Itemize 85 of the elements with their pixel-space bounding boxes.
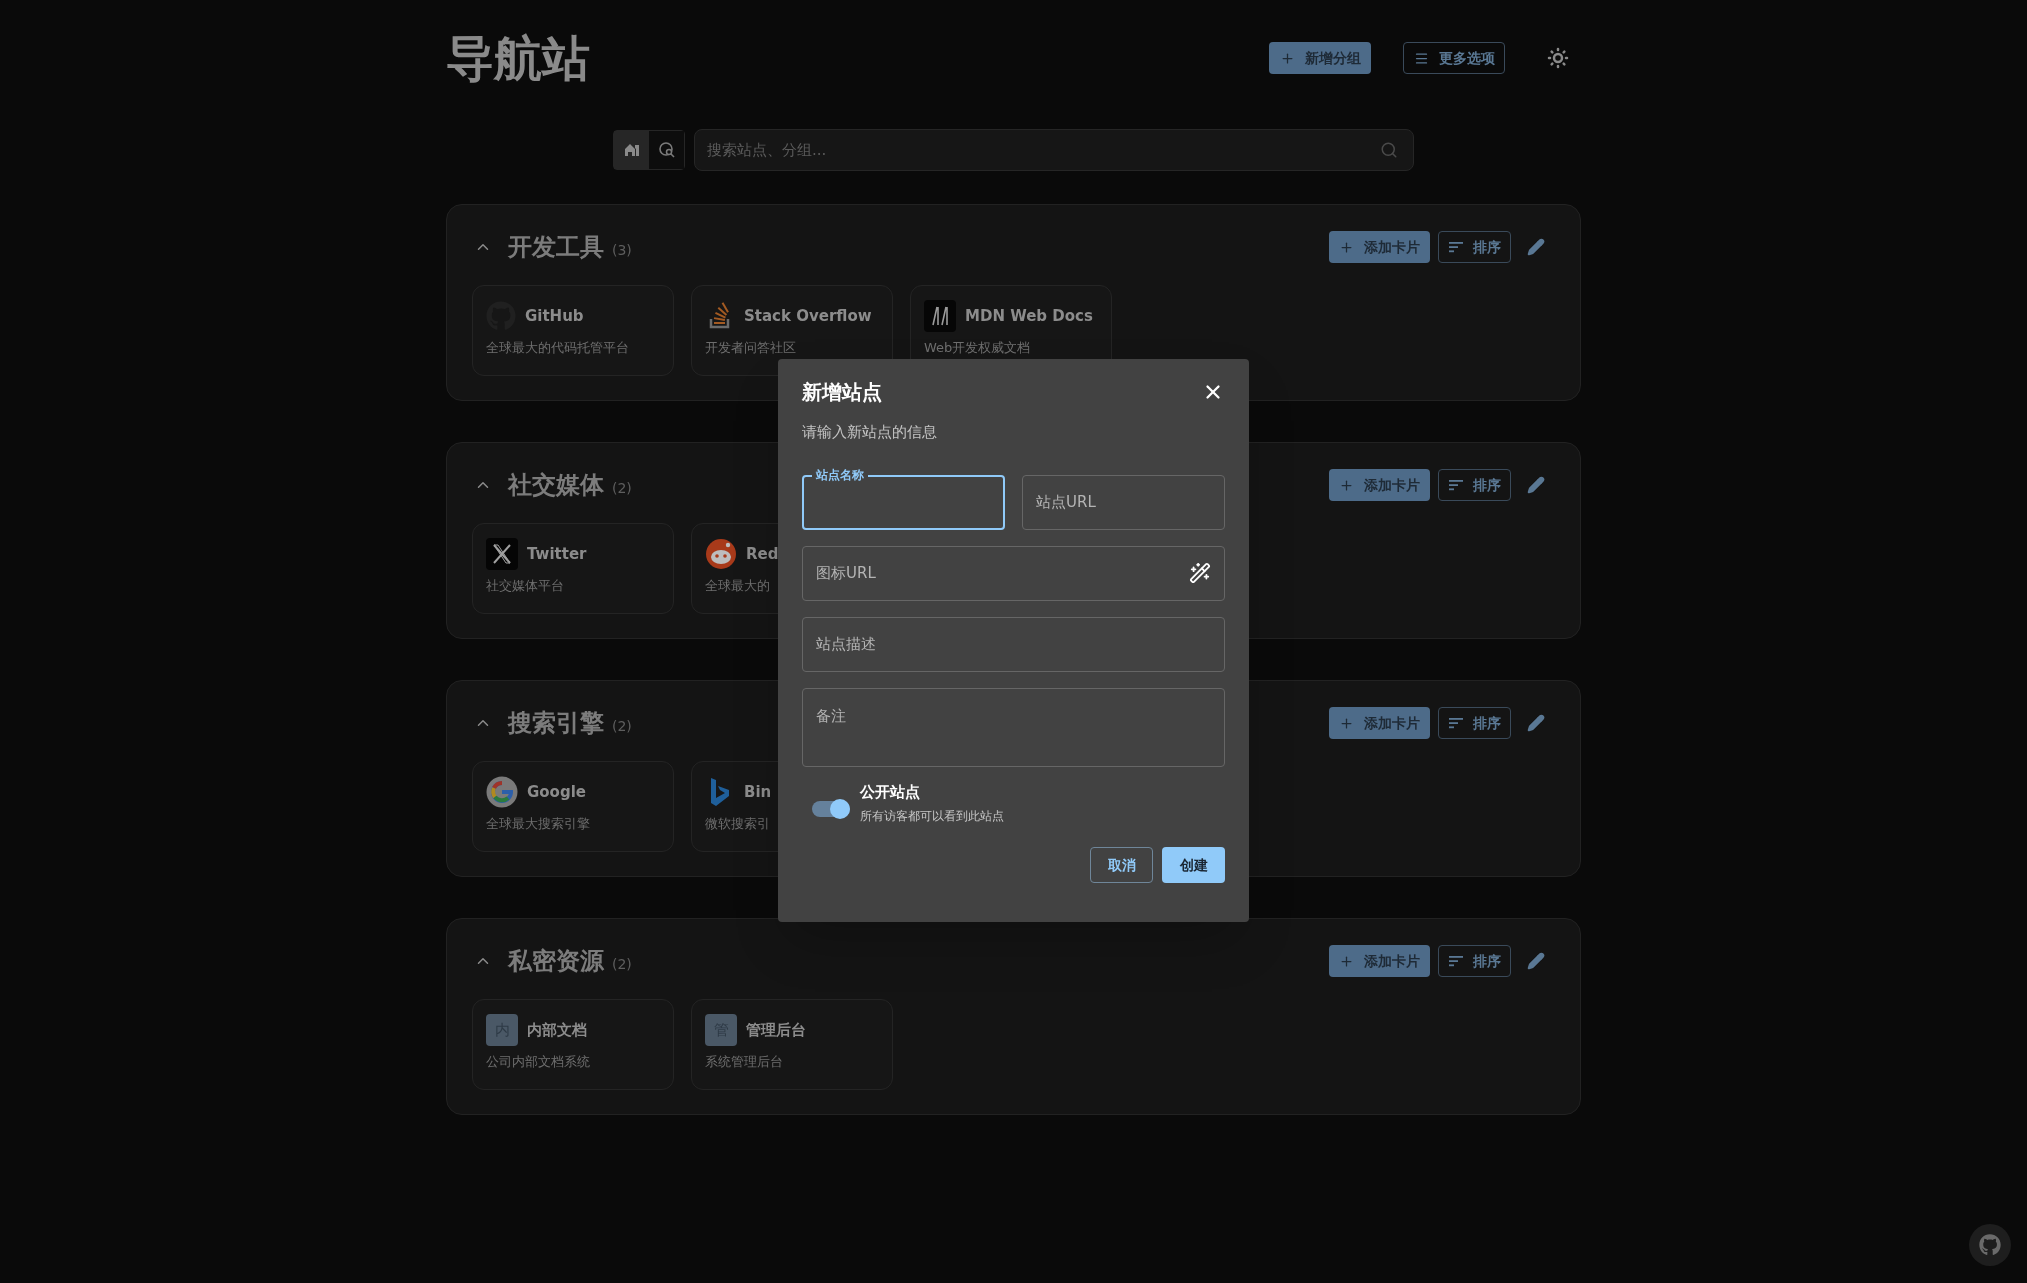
toggle-switch[interactable]: [812, 800, 850, 817]
plus-icon: [1279, 50, 1295, 66]
slashes-logo-icon: [924, 300, 956, 332]
group-title: 私密资源: [508, 946, 604, 977]
sort-icon: [1448, 241, 1463, 253]
site-name: Stack Overflow: [744, 305, 872, 327]
site-name: Bin: [744, 781, 772, 803]
create-button[interactable]: 创建: [1162, 847, 1225, 883]
home-icon: [623, 143, 640, 157]
toggle-label: 公开站点: [860, 781, 921, 803]
site-name: Google: [527, 781, 586, 803]
pencil-icon: [1527, 238, 1545, 256]
add-card-button[interactable]: 添加卡片: [1329, 231, 1430, 263]
sort-icon: [1448, 479, 1463, 491]
group-count: (2): [612, 954, 632, 974]
group-title: 开发工具: [508, 232, 604, 263]
theme-button[interactable]: [1545, 45, 1571, 71]
sort-icon: [1448, 955, 1463, 967]
github-button[interactable]: [1969, 1224, 2011, 1266]
site-description: Web开发权威文档: [924, 339, 1031, 357]
plus-icon: [1339, 953, 1354, 969]
search-icon: [1380, 141, 1398, 159]
sort-button[interactable]: 排序: [1438, 945, 1511, 977]
cancel-button[interactable]: 取消: [1090, 847, 1153, 883]
site-description: 公司内部文档系统: [486, 1053, 590, 1071]
site-name: Red: [746, 543, 779, 565]
magic-wand-icon[interactable]: [1189, 562, 1211, 584]
dialog-subtitle: 请输入新站点的信息: [802, 422, 938, 443]
pencil-icon: [1527, 714, 1545, 732]
site-card[interactable]: Twitter 社交媒体平台: [472, 523, 674, 614]
text-field[interactable]: 备注: [802, 687, 1225, 767]
site-card[interactable]: GitHub 全球最大的代码托管平台: [472, 285, 674, 376]
brightness-icon: [1546, 46, 1570, 70]
site-name: 内部文档: [527, 1019, 587, 1041]
text-field[interactable]: 站点URL: [1022, 474, 1225, 530]
globe-search-icon: [658, 142, 675, 158]
plus-icon: [1339, 239, 1354, 255]
field-label: 站点名称: [812, 466, 868, 483]
group-count: (3): [612, 240, 632, 260]
group-title: 搜索引擎: [508, 708, 604, 739]
text-field[interactable]: 站点描述: [802, 616, 1225, 672]
sort-button[interactable]: 排序: [1438, 707, 1511, 739]
site-description: 开发者问答社区: [705, 339, 796, 357]
group-title: 社交媒体: [508, 470, 604, 501]
x-logo-icon: [486, 538, 518, 570]
field-label: 图标URL: [816, 562, 876, 584]
field-label: 站点URL: [1036, 491, 1096, 513]
g-logo-icon: [486, 776, 518, 808]
site-name: 管理后台: [746, 1019, 806, 1041]
search-mode-tab[interactable]: [614, 131, 649, 169]
github-icon: [1979, 1234, 2001, 1256]
site-description: 全球最大搜索引擎: [486, 815, 590, 833]
group-count: (2): [612, 478, 632, 498]
site-name: MDN Web Docs: [965, 305, 1093, 327]
site-description: 微软搜索引: [705, 815, 770, 833]
group-count: (2): [612, 716, 632, 736]
pencil-icon: [1527, 952, 1545, 970]
field-label: 备注: [816, 705, 846, 727]
sort-button[interactable]: 排序: [1438, 231, 1511, 263]
add-group-button[interactable]: 新增分组: [1269, 42, 1371, 74]
sort-icon: [1448, 717, 1463, 729]
app-title: 导航站: [446, 29, 590, 88]
site-description: 全球最大的: [705, 577, 770, 595]
plus-icon: [1339, 715, 1354, 731]
site-name: Twitter: [527, 543, 587, 565]
alien-logo-icon: [705, 538, 737, 570]
site-description: 社交媒体平台: [486, 577, 564, 595]
add-card-button[interactable]: 添加卡片: [1329, 707, 1430, 739]
field-label: 站点描述: [816, 633, 876, 655]
menu-icon: [1413, 50, 1429, 66]
search-field[interactable]: 搜索站点、分组...: [694, 129, 1414, 171]
sort-button[interactable]: 排序: [1438, 469, 1511, 501]
dialog-title: 新增站点: [802, 379, 882, 406]
pencil-icon: [1527, 476, 1545, 494]
plus-icon: [1339, 477, 1354, 493]
toggle-hint: 所有访客都可以看到此站点: [860, 808, 1004, 825]
site-description: 系统管理后台: [705, 1053, 783, 1071]
more-options-button[interactable]: 更多选项: [1403, 42, 1505, 74]
add-card-button[interactable]: 添加卡片: [1329, 469, 1430, 501]
text-field[interactable]: 图标URL: [802, 545, 1225, 601]
switch-thumb: [830, 798, 850, 819]
add-card-button[interactable]: 添加卡片: [1329, 945, 1430, 977]
site-card[interactable]: Google 全球最大搜索引擎: [472, 761, 674, 852]
site-description: 全球最大的代码托管平台: [486, 339, 629, 357]
site-name: GitHub: [525, 305, 584, 327]
